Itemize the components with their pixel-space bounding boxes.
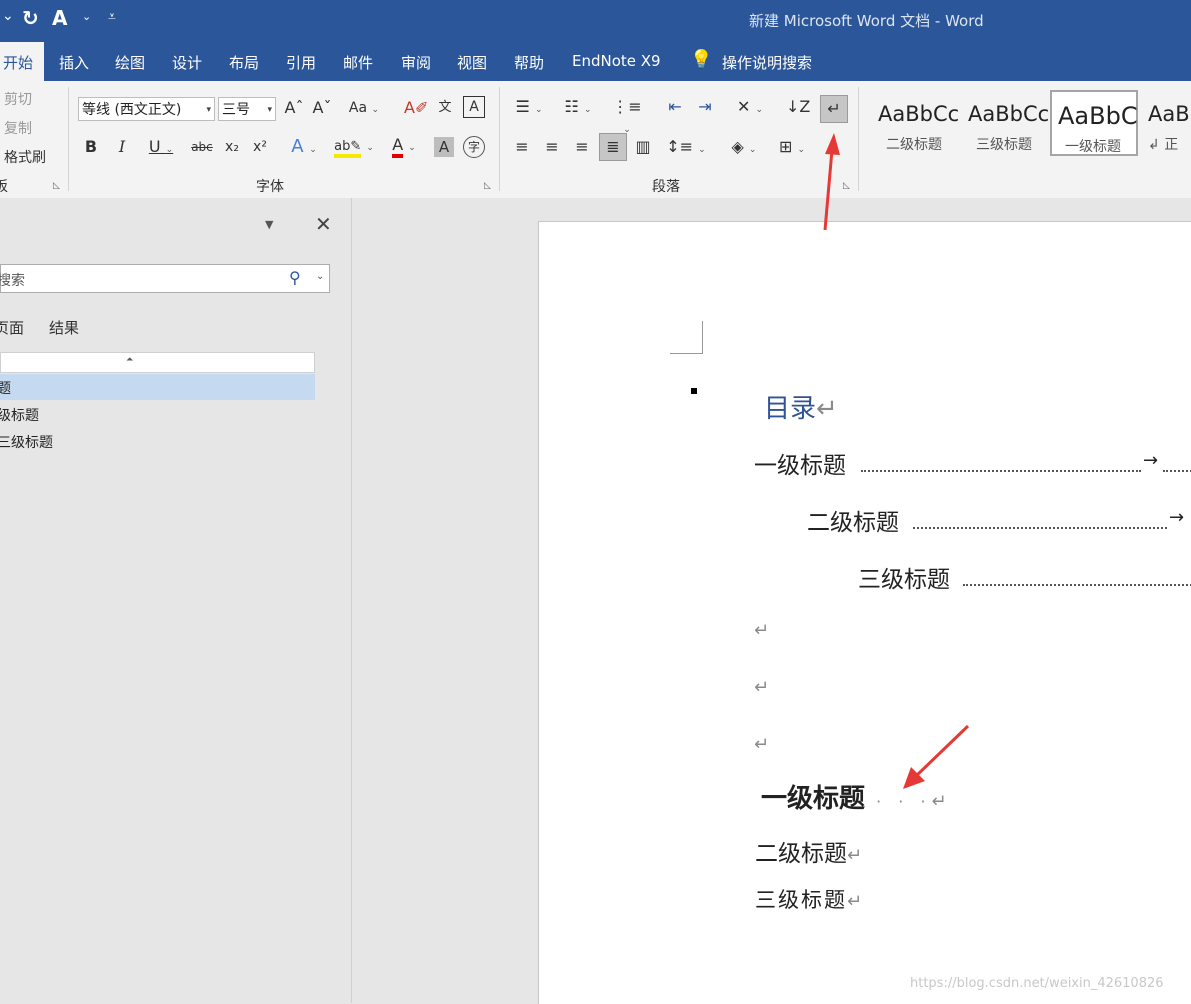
arrow-to-show-marks [823,133,840,231]
annotation-arrows [823,133,970,789]
arrow-to-heading-dots [903,724,970,789]
